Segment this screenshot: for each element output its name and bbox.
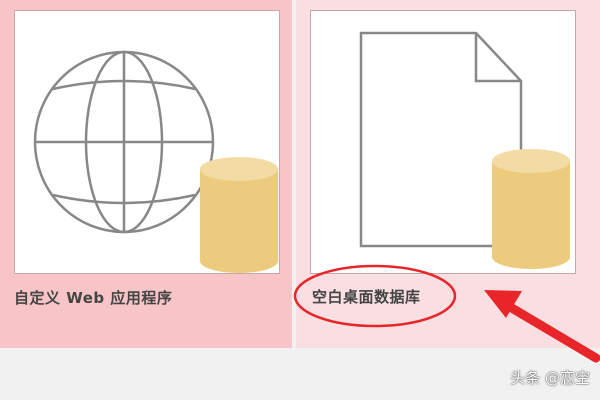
watermark: 头条 @恋空 xyxy=(510,369,590,387)
footer-area: 头条 @恋空 xyxy=(0,348,600,400)
template-label: 空白桌面数据库 xyxy=(312,288,421,306)
template-thumbnail[interactable] xyxy=(310,10,576,274)
globe-icon xyxy=(33,50,215,234)
template-custom-web-app[interactable]: 自定义 Web 应用程序 xyxy=(0,0,292,348)
database-icon xyxy=(492,149,570,269)
template-label: 自定义 Web 应用程序 xyxy=(14,289,173,307)
blank-document-database-icon xyxy=(359,31,570,269)
globe-database-icon xyxy=(33,50,278,273)
database-icon xyxy=(200,157,278,273)
template-blank-desktop-database[interactable]: 空白桌面数据库 xyxy=(296,0,600,348)
template-thumbnail[interactable] xyxy=(14,10,280,274)
